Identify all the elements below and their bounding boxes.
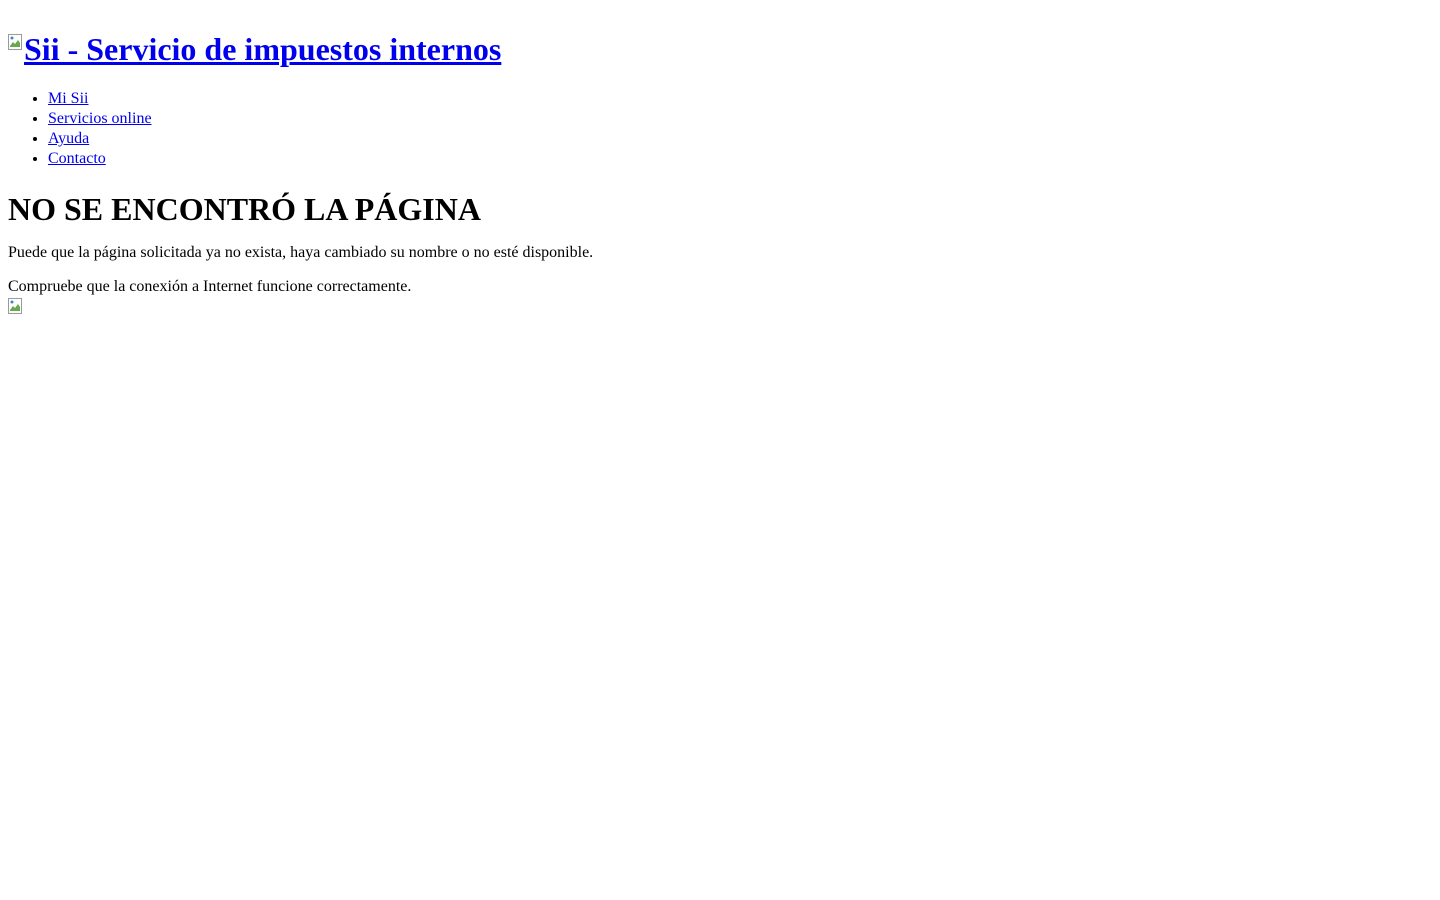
nav-item-ayuda: Ayuda <box>48 129 1432 149</box>
broken-image-icon <box>8 34 24 50</box>
nav-item-mi-sii: Mi Sii <box>48 89 1432 109</box>
nav-item-servicios-online: Servicios online <box>48 109 1432 129</box>
logo-alt-text: Sii - Servicio de impuestos internos <box>24 31 502 67</box>
error-message-2: Compruebe que la conexión a Internet fun… <box>8 278 412 295</box>
error-message-1: Puede que la página solicitada ya no exi… <box>8 244 594 261</box>
nav-link-contacto[interactable]: Contacto <box>48 150 106 167</box>
main-nav: Mi Sii Servicios online Ayuda Contacto <box>8 89 1432 169</box>
main-content: NO SE ENCONTRÓ LA PÁGINA Puede que la pá… <box>8 191 1432 314</box>
nav-link-mi-sii[interactable]: Mi Sii <box>48 90 88 107</box>
nav-link-ayuda[interactable]: Ayuda <box>48 130 89 147</box>
logo-link[interactable]: Sii - Servicio de impuestos internos <box>8 31 501 68</box>
broken-image-icon <box>8 298 24 314</box>
page: Sii - Servicio de impuestos internos Mi … <box>8 21 1432 314</box>
error-title: NO SE ENCONTRÓ LA PÁGINA <box>8 191 481 227</box>
nav-link-servicios-online[interactable]: Servicios online <box>48 110 152 127</box>
site-header: Sii - Servicio de impuestos internos <box>8 21 1432 67</box>
site-title: Sii - Servicio de impuestos internos <box>8 21 1432 67</box>
nav-item-contacto: Contacto <box>48 149 1432 169</box>
nav-list: Mi Sii Servicios online Ayuda Contacto <box>8 89 1432 169</box>
